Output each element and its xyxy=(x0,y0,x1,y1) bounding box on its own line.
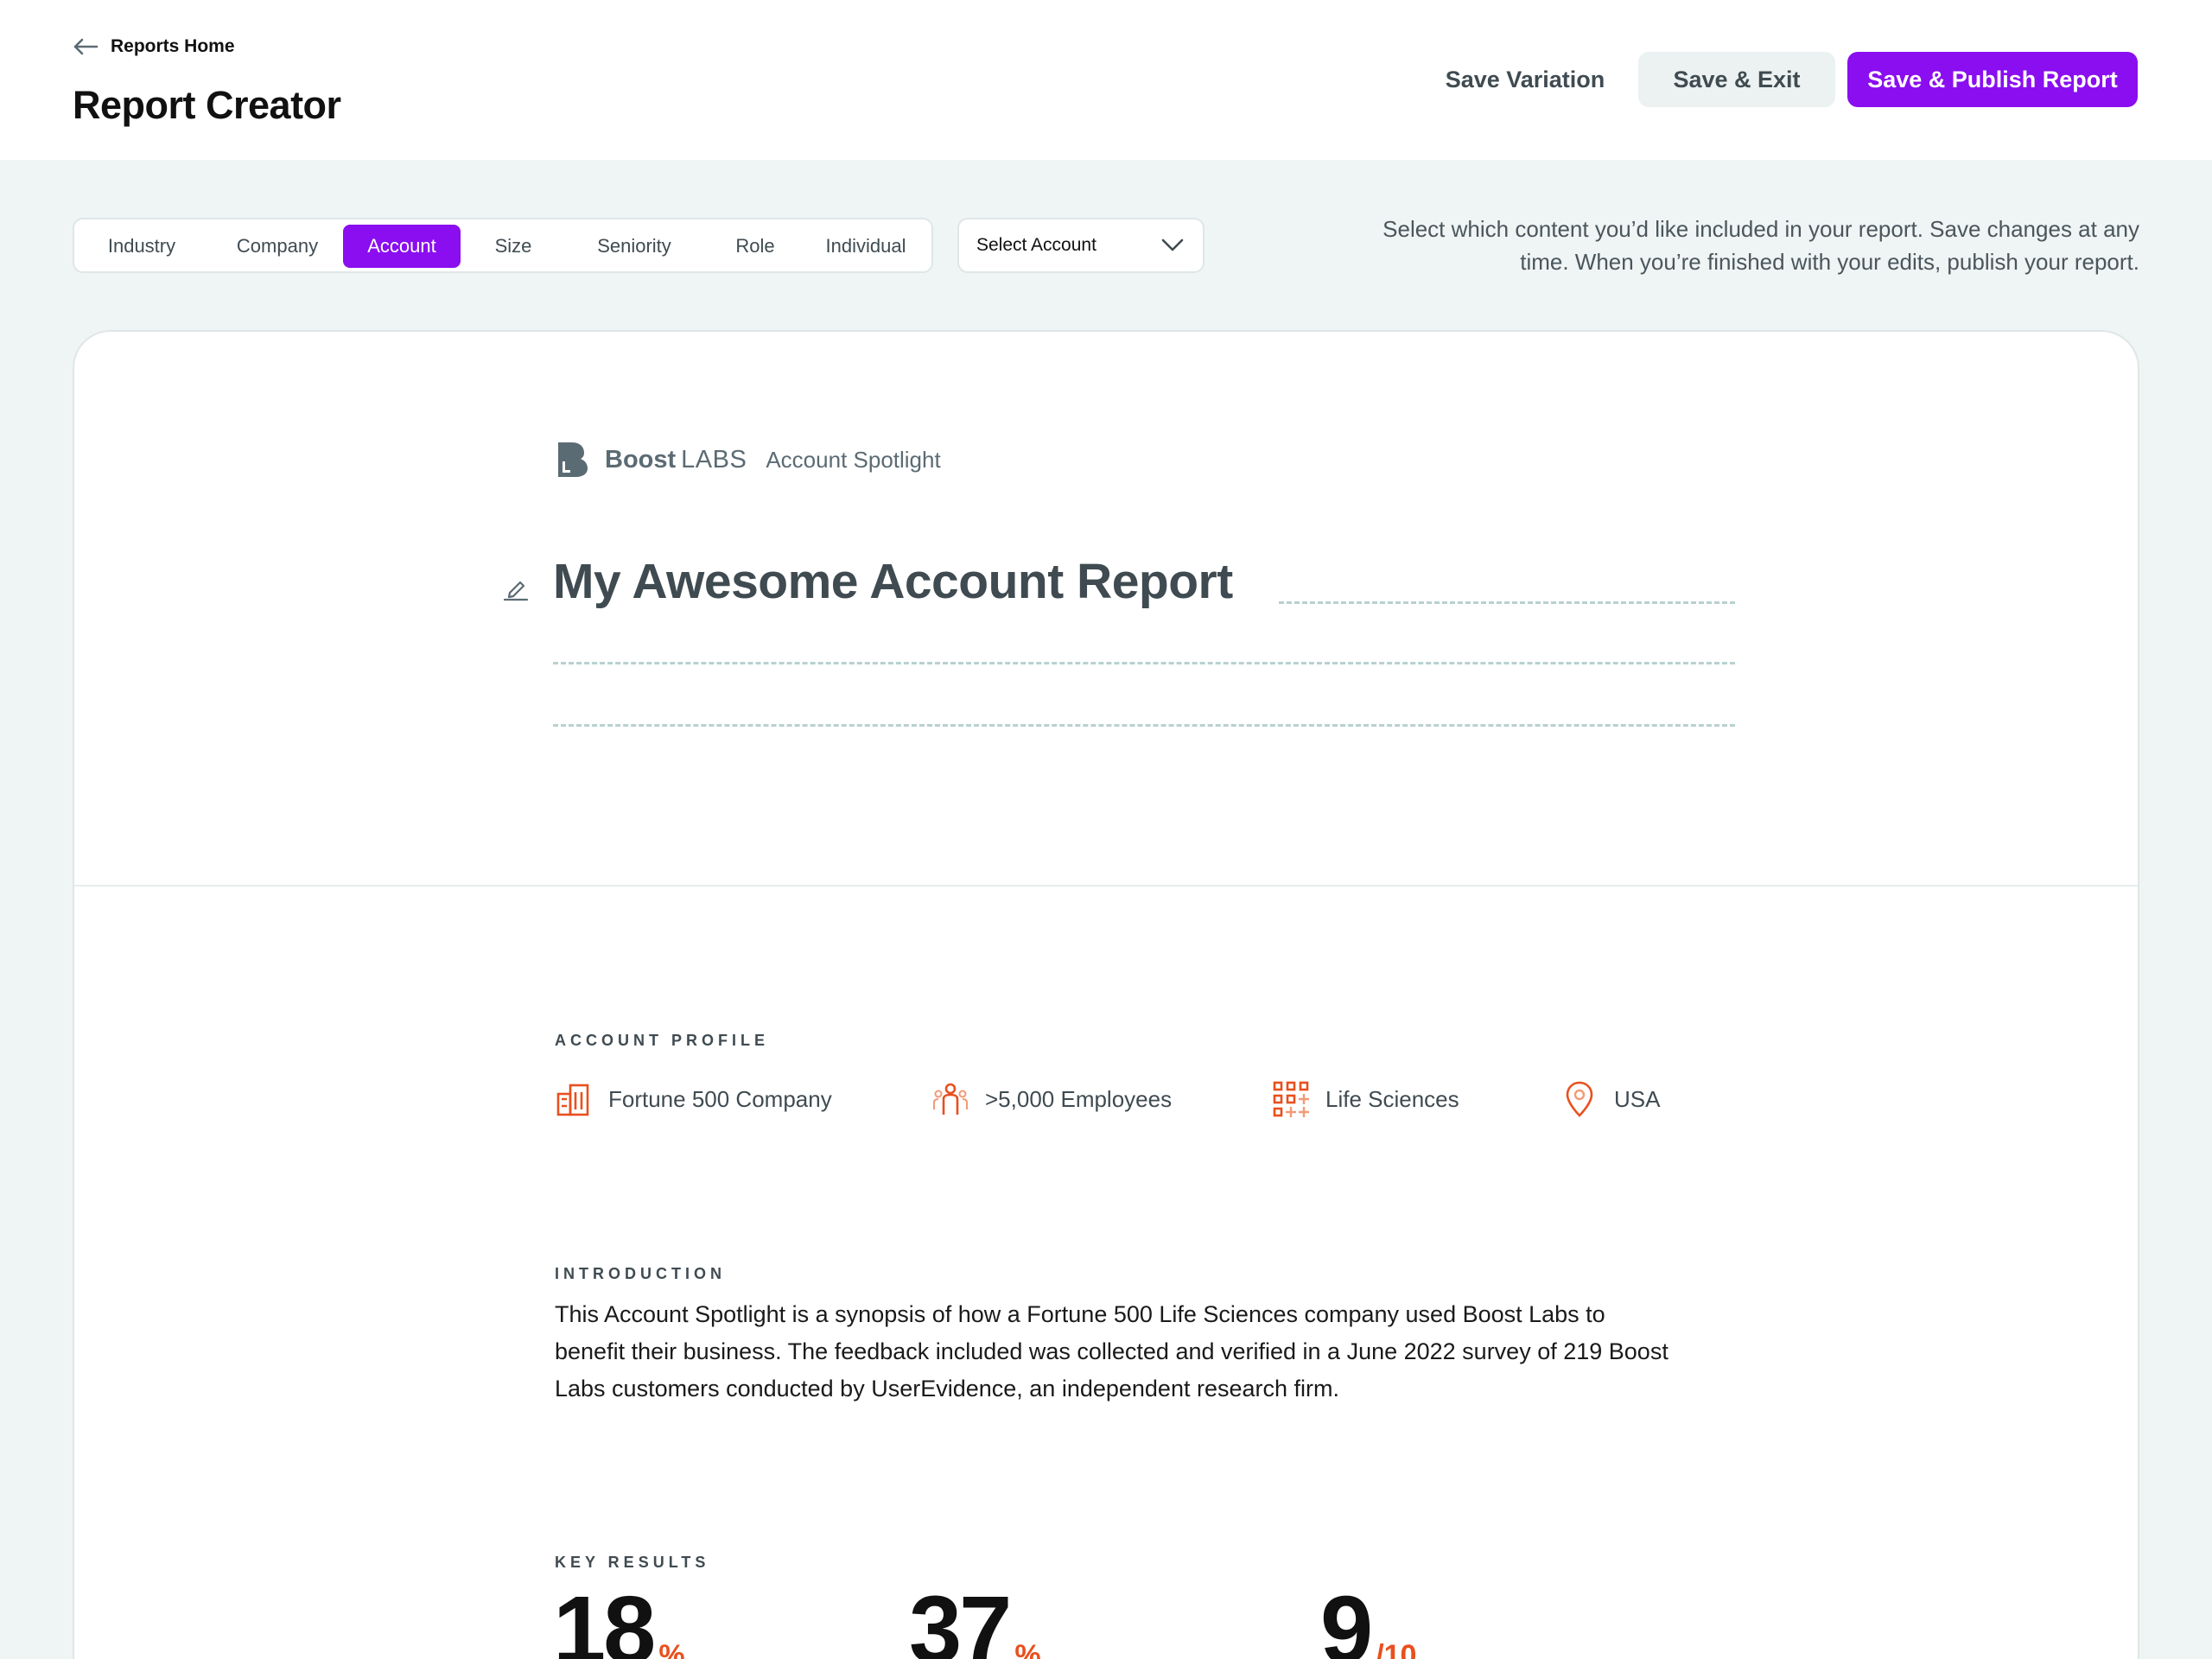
tab-account[interactable]: Account xyxy=(343,225,461,268)
tab-company[interactable]: Company xyxy=(213,225,342,268)
account-select-value: Select Account xyxy=(976,235,1096,255)
profile-employees-label: >5,000 Employees xyxy=(985,1085,1173,1112)
tab-role[interactable]: Role xyxy=(712,225,798,268)
key-result-1-unit: % xyxy=(658,1639,685,1659)
top-header: Reports Home Report Creator Save Variati… xyxy=(0,0,2212,160)
page-title: Report Creator xyxy=(73,83,341,127)
save-exit-button[interactable]: Save & Exit xyxy=(1638,52,1835,107)
chevron-down-icon xyxy=(1161,238,1184,251)
profile-item-location: USA xyxy=(1560,1080,1660,1118)
key-result-3-value: 9 xyxy=(1320,1577,1373,1659)
report-type-label: Account Spotlight xyxy=(766,446,941,473)
introduction-heading: INTRODUCTION xyxy=(555,1265,726,1282)
save-variation-button[interactable]: Save Variation xyxy=(1426,52,1624,107)
profile-industry-label: Life Sciences xyxy=(1325,1085,1459,1112)
help-text: Select which content you’d like included… xyxy=(1382,216,2139,275)
key-result-2-unit: % xyxy=(1014,1639,1041,1659)
tab-size[interactable]: Size xyxy=(470,225,556,268)
brand-name-light: LABS xyxy=(681,445,747,474)
tab-seniority[interactable]: Seniority xyxy=(567,225,702,268)
profile-location-label: USA xyxy=(1614,1085,1661,1112)
key-result-2: 37 % xyxy=(909,1583,1041,1659)
report-preview-card: Boost LABS Account Spotlight My Awesome … xyxy=(73,330,2139,1659)
tab-individual[interactable]: Individual xyxy=(807,225,925,268)
back-link-label: Reports Home xyxy=(111,36,235,56)
pencil-edit-icon[interactable] xyxy=(503,575,529,601)
profile-item-company: Fortune 500 Company xyxy=(555,1080,832,1118)
key-result-2-value: 37 xyxy=(909,1577,1012,1659)
profile-item-industry: Life Sciences xyxy=(1272,1080,1459,1118)
brand-header: Boost LABS Account Spotlight xyxy=(555,441,941,479)
key-result-3-unit: /10 xyxy=(1376,1639,1417,1659)
grid-icon xyxy=(1273,1081,1309,1117)
brand-name-bold: Boost xyxy=(605,445,677,474)
title-underline-dashed xyxy=(1279,601,1735,604)
building-icon xyxy=(556,1084,589,1116)
title-line-3-dashed xyxy=(553,724,1735,727)
section-divider xyxy=(74,885,2138,887)
report-type-tabs: Industry Company Account Size Seniority … xyxy=(73,218,933,273)
arrow-left-icon xyxy=(73,38,99,55)
profile-company-label: Fortune 500 Company xyxy=(608,1085,832,1112)
people-icon xyxy=(933,1083,968,1115)
introduction-text: This Account Spotlight is a synopsis of … xyxy=(555,1301,1669,1402)
back-to-reports-link[interactable]: Reports Home xyxy=(73,36,235,57)
title-line-2-dashed xyxy=(553,662,1735,664)
key-result-1: 18 % xyxy=(553,1583,685,1659)
tab-industry[interactable]: Industry xyxy=(86,225,197,268)
account-select[interactable]: Select Account xyxy=(957,218,1205,273)
report-title-input[interactable]: My Awesome Account Report xyxy=(553,553,1233,610)
save-publish-button[interactable]: Save & Publish Report xyxy=(1847,52,2138,107)
key-results-heading: KEY RESULTS xyxy=(555,1554,710,1571)
key-result-3: 9 /10 xyxy=(1320,1583,1416,1659)
boost-labs-logo-icon xyxy=(558,442,588,477)
profile-item-employees: >5,000 Employees xyxy=(931,1080,1172,1118)
account-profile-heading: ACCOUNT PROFILE xyxy=(555,1032,769,1049)
location-pin-icon xyxy=(1566,1081,1593,1117)
key-result-1-value: 18 xyxy=(553,1577,656,1659)
